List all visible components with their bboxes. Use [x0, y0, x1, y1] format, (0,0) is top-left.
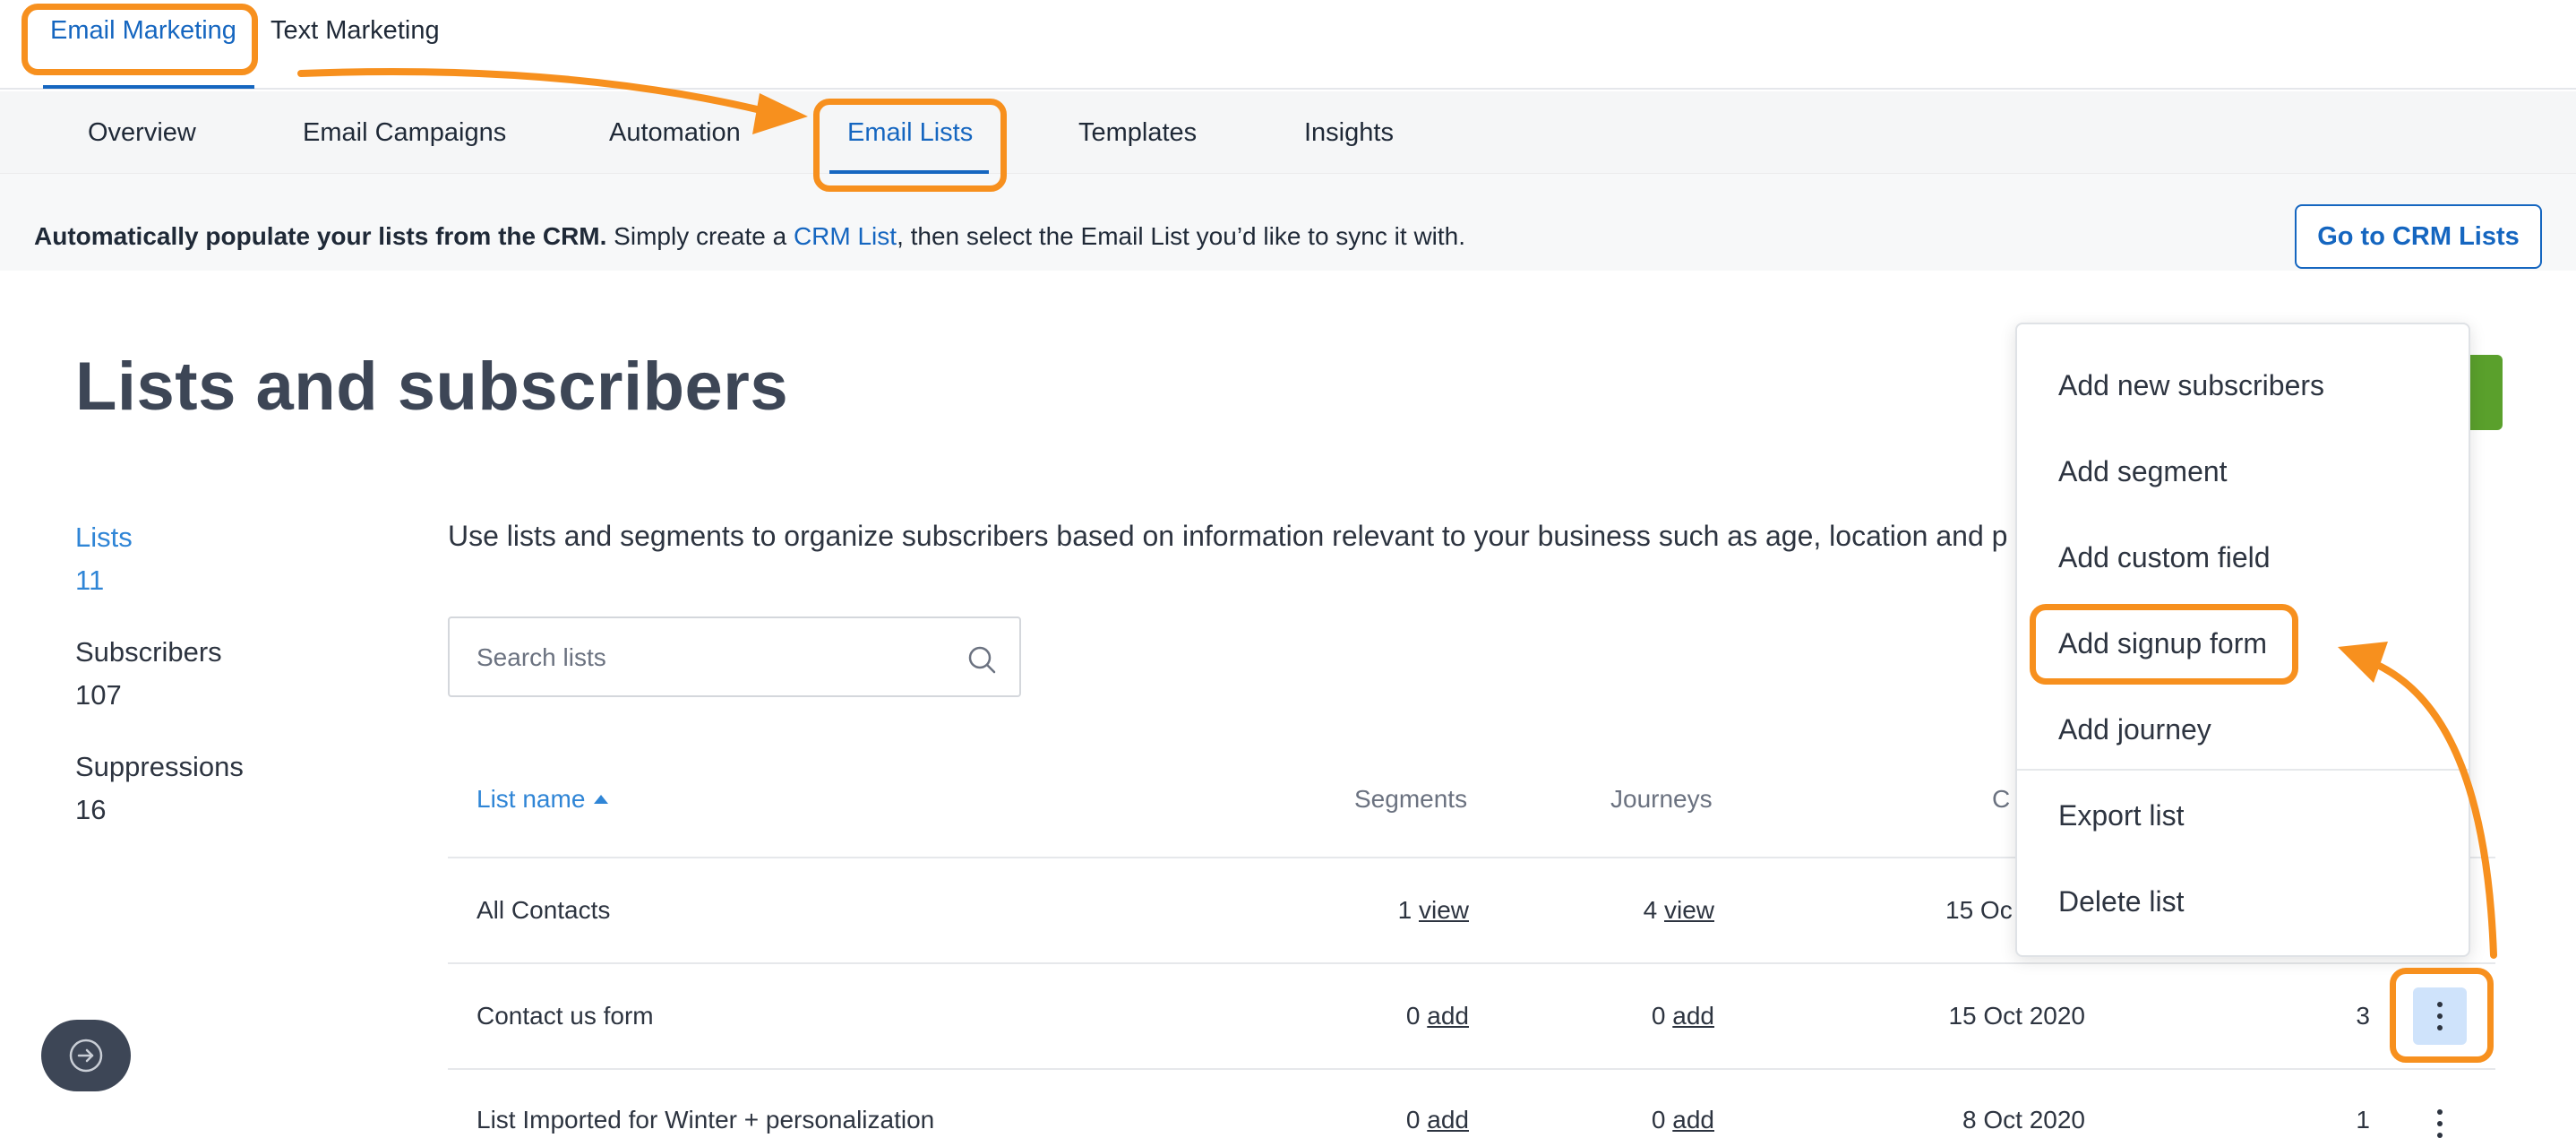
journeys-count: 0 [1651, 1106, 1666, 1134]
row-segments-cell: 0 add [1254, 1106, 1469, 1134]
banner-bold-text: Automatically populate your lists from t… [34, 222, 607, 250]
banner-text-post: , then select the Email List you’d like … [897, 222, 1466, 250]
nav-email-campaigns[interactable]: Email Campaigns [303, 118, 506, 148]
row-subscriber-count: 3 [2356, 1002, 2370, 1030]
stat-subscribers-label[interactable]: Subscribers [75, 636, 222, 668]
highlight-add-signup-form [2030, 604, 2298, 685]
nav-insights[interactable]: Insights [1304, 118, 1394, 148]
search-input[interactable] [477, 640, 942, 676]
row-journeys-cell: 0 add [1499, 1106, 1714, 1134]
journeys-add-link[interactable]: add [1672, 1002, 1714, 1030]
menu-item-add-segment[interactable]: Add segment [2058, 455, 2228, 488]
column-header-segments[interactable]: Segments [1354, 785, 1467, 814]
row-created-date: 8 Oct 2020 [1962, 1106, 2085, 1134]
stat-suppressions-label[interactable]: Suppressions [75, 751, 244, 783]
help-launcher-button[interactable] [41, 1020, 131, 1091]
product-tabs: Email Marketing Text Marketing [0, 0, 2576, 90]
menu-item-add-journey[interactable]: Add journey [2058, 713, 2211, 746]
row-actions-kebab-icon[interactable] [2413, 1099, 2467, 1138]
list-name-header-label: List name [477, 785, 586, 813]
journeys-count: 4 [1643, 896, 1658, 924]
segments-add-link[interactable]: add [1427, 1002, 1469, 1030]
segments-add-link[interactable]: add [1427, 1106, 1469, 1134]
stat-suppressions-value[interactable]: 16 [75, 794, 106, 826]
sort-ascending-icon [594, 794, 609, 804]
table-divider [448, 1068, 2495, 1070]
table-divider [448, 962, 2495, 964]
segments-count: 1 [1397, 896, 1413, 924]
tab-text-marketing[interactable]: Text Marketing [270, 16, 440, 46]
lists-intro-text: Use lists and segments to organize subsc… [448, 520, 2006, 552]
nav-overview[interactable]: Overview [88, 118, 196, 148]
stat-lists-value[interactable]: 11 [75, 565, 104, 597]
row-created-date: 15 Oct 2020 [1948, 1002, 2085, 1030]
highlight-row-actions [2390, 968, 2494, 1063]
journeys-view-link[interactable]: view [1664, 896, 1714, 924]
row-list-name[interactable]: List Imported for Winter + personalizati… [477, 1106, 934, 1134]
search-icon[interactable] [964, 642, 1000, 677]
menu-item-add-custom-field[interactable]: Add custom field [2058, 541, 2271, 574]
page-title: Lists and subscribers [75, 349, 789, 425]
highlight-email-lists [813, 99, 1007, 192]
segments-count: 0 [1405, 1106, 1421, 1134]
menu-item-add-new-subscribers[interactable]: Add new subscribers [2058, 369, 2324, 402]
row-list-name[interactable]: All Contacts [477, 896, 610, 925]
nav-templates[interactable]: Templates [1078, 118, 1197, 148]
go-to-crm-lists-button[interactable]: Go to CRM Lists [2295, 204, 2542, 269]
active-tab-indicator [43, 85, 254, 89]
stat-subscribers-value[interactable]: 107 [75, 679, 122, 711]
email-sub-nav: Overview Email Campaigns Automation Emai… [0, 91, 2576, 174]
nav-automation[interactable]: Automation [609, 118, 741, 148]
row-journeys-cell: 4 view [1499, 896, 1714, 925]
row-segments-cell: 0 add [1254, 1002, 1469, 1030]
crm-list-link[interactable]: CRM List [794, 222, 897, 250]
arrow-right-circle-icon [69, 1039, 103, 1073]
highlight-email-marketing [21, 4, 258, 75]
row-list-name[interactable]: Contact us form [477, 1002, 654, 1030]
search-lists-box [448, 616, 1021, 697]
row-journeys-cell: 0 add [1499, 1002, 1714, 1030]
segments-count: 0 [1405, 1002, 1421, 1030]
row-subscriber-count: 1 [2356, 1106, 2370, 1134]
menu-item-delete-list[interactable]: Delete list [2058, 885, 2185, 918]
column-header-created[interactable]: C [1992, 785, 2010, 814]
journeys-add-link[interactable]: add [1672, 1106, 1714, 1134]
banner-text-pre: Simply create a [606, 222, 794, 250]
row-segments-cell: 1 view [1254, 896, 1469, 925]
segments-view-link[interactable]: view [1419, 896, 1469, 924]
row-created-date: 15 Oc [1945, 896, 2013, 924]
stat-lists-label[interactable]: Lists [75, 522, 133, 554]
crm-banner-text: Automatically populate your lists from t… [34, 222, 1465, 251]
menu-divider [2017, 769, 2469, 771]
column-header-journeys[interactable]: Journeys [1610, 785, 1713, 814]
journeys-count: 0 [1651, 1002, 1666, 1030]
menu-item-export-list[interactable]: Export list [2058, 799, 2184, 832]
column-header-list-name[interactable]: List name [477, 785, 609, 814]
